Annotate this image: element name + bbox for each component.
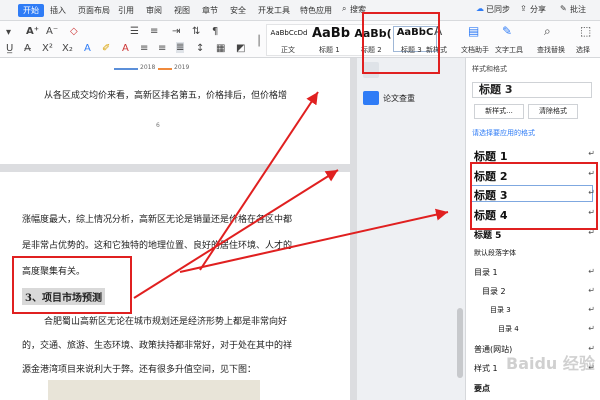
arrow-to-ribbon	[199, 91, 319, 271]
arrow-to-panel-upper	[133, 169, 339, 299]
arrow-to-panel	[179, 208, 449, 273]
annotation-arrows	[133, 91, 449, 299]
